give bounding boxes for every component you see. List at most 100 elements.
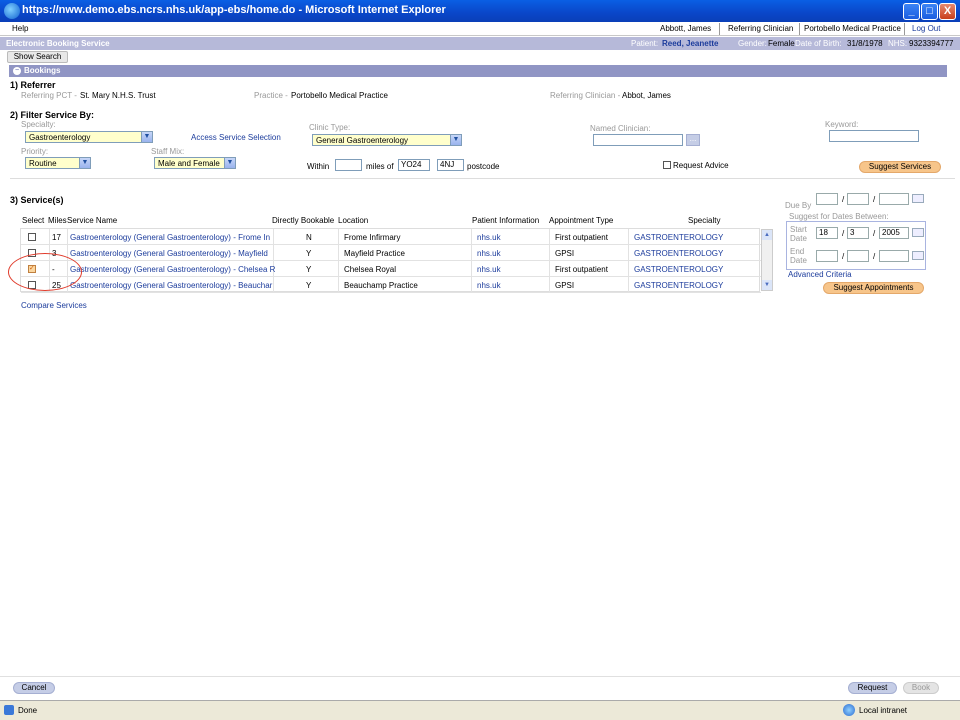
date-separator: / xyxy=(842,252,845,261)
suggest-services-button[interactable]: Suggest Services xyxy=(859,161,941,173)
due-by-year-input[interactable] xyxy=(879,193,909,205)
postcode-part1-input[interactable]: YO24 xyxy=(398,159,430,171)
services-table: 17 Gastroenterology (General Gastroentero… xyxy=(20,228,761,293)
start-day-input[interactable]: 18 xyxy=(816,227,838,239)
chevron-down-icon: ▼ xyxy=(450,135,461,145)
postcode-part2-input[interactable]: 4NJ xyxy=(437,159,464,171)
col-appointment-type: Appointment Type xyxy=(549,216,614,225)
date-separator: / xyxy=(873,252,876,261)
show-search-button[interactable]: Show Search xyxy=(7,51,68,63)
practice-label: Practice - xyxy=(254,91,288,100)
menu-bar: Help Abbott, James Referring Clinician P… xyxy=(0,22,960,36)
logout-link[interactable]: Log Out xyxy=(912,24,940,33)
title-bar: https://nww.demo.ebs.ncrs.nhs.uk/app-ebs… xyxy=(0,0,960,22)
cell-specialty[interactable]: GASTROENTEROLOGY xyxy=(634,265,744,274)
cell-info[interactable]: nhs.uk xyxy=(477,233,547,242)
section-divider xyxy=(10,178,955,179)
zone-text: Local intranet xyxy=(859,706,908,715)
col-specialty: Specialty xyxy=(688,216,721,225)
table-row[interactable]: ✓ - Gastroenterology (General Gastroentero… xyxy=(21,261,761,277)
dob-value: 31/8/1978 xyxy=(847,39,883,48)
table-row[interactable]: 17 Gastroenterology (General Gastroentero… xyxy=(21,229,761,245)
cell-specialty[interactable]: GASTROENTEROLOGY xyxy=(634,281,744,290)
date-separator: / xyxy=(873,229,876,238)
named-clinician-input[interactable] xyxy=(593,134,683,146)
cell-specialty[interactable]: GASTROENTEROLOGY xyxy=(634,249,744,258)
bookings-title: Bookings xyxy=(24,66,61,75)
user-practice: Portobello Medical Practice xyxy=(804,24,901,33)
table-row[interactable]: 3 Gastroenterology (General Gastroenterol… xyxy=(21,245,761,261)
clinician-label: Referring Clinician - xyxy=(550,91,621,100)
page-icon xyxy=(4,705,14,715)
cell-info[interactable]: nhs.uk xyxy=(477,265,547,274)
bookings-panel-header[interactable]: − Bookings xyxy=(9,65,947,77)
end-year-input[interactable] xyxy=(879,250,909,262)
scroll-down-icon[interactable]: ▼ xyxy=(762,280,772,290)
browser-window: https://nww.demo.ebs.ncrs.nhs.uk/app-ebs… xyxy=(0,0,960,720)
cell-bookable: N xyxy=(306,233,312,242)
column-divider xyxy=(338,245,339,261)
suggest-appointments-button[interactable]: Suggest Appointments xyxy=(823,282,924,294)
table-scrollbar[interactable]: ▲ ▼ xyxy=(761,229,773,291)
miles-input[interactable] xyxy=(335,159,362,171)
user-role: Referring Clinician xyxy=(728,24,794,33)
app-title: Electronic Booking Service xyxy=(6,39,110,48)
cell-name[interactable]: Gastroenterology (General Gastroenterolo… xyxy=(70,249,275,258)
col-service-name: Service Name xyxy=(67,216,118,225)
minimize-button[interactable]: _ xyxy=(903,3,920,20)
end-day-input[interactable] xyxy=(816,250,838,262)
keyword-input[interactable] xyxy=(829,130,919,142)
cell-appt: GPSI xyxy=(555,249,575,258)
cancel-button[interactable]: Cancel xyxy=(13,682,55,694)
request-advice-checkbox[interactable] xyxy=(663,161,671,169)
clinic-type-select[interactable]: General Gastroenterology ▼ xyxy=(312,134,462,146)
calendar-icon[interactable] xyxy=(912,194,924,203)
cell-location: Chelsea Royal xyxy=(344,265,397,274)
calendar-icon[interactable] xyxy=(912,228,924,237)
pct-value: St. Mary N.H.S. Trust xyxy=(80,91,156,100)
col-select: Select xyxy=(22,216,45,225)
specialty-select[interactable]: Gastroenterology ▼ xyxy=(25,131,153,143)
cell-info[interactable]: nhs.uk xyxy=(477,249,547,258)
cell-bookable: Y xyxy=(306,281,312,290)
priority-select[interactable]: Routine ▼ xyxy=(25,157,91,169)
table-row[interactable]: 25 Gastroenterology (General Gastroentero… xyxy=(21,277,761,293)
services-heading: 3) Service(s) xyxy=(10,195,64,205)
cell-bookable: Y xyxy=(306,249,312,258)
clinic-type-label: Clinic Type: xyxy=(309,123,351,132)
cell-name[interactable]: Gastroenterology (General Gastroenterolo… xyxy=(70,265,275,274)
named-clinician-lookup-button[interactable]: ... xyxy=(686,134,700,146)
request-button[interactable]: Request xyxy=(848,682,897,694)
col-miles: Miles xyxy=(48,216,67,225)
due-by-day-input[interactable] xyxy=(816,193,838,205)
patient-name: Reed, Jeanette xyxy=(662,39,719,48)
start-date-label: Start Date xyxy=(790,225,807,243)
advanced-criteria-link[interactable]: Advanced Criteria xyxy=(788,270,852,279)
access-service-selection-link[interactable]: Access Service Selection xyxy=(191,133,281,142)
calendar-icon[interactable] xyxy=(912,251,924,260)
cell-name[interactable]: Gastroenterology (General Gastroenterolo… xyxy=(70,233,275,242)
start-month-input[interactable]: 3 xyxy=(847,227,869,239)
row-select-checkbox[interactable] xyxy=(28,233,36,241)
divider xyxy=(799,23,800,35)
staff-mix-select[interactable]: Male and Female ▼ xyxy=(154,157,236,169)
patient-label: Patient: xyxy=(631,39,659,48)
help-menu[interactable]: Help xyxy=(12,24,28,33)
col-location: Location xyxy=(338,216,369,225)
compare-services-link[interactable]: Compare Services xyxy=(21,301,87,310)
date-separator: / xyxy=(873,195,876,204)
collapse-icon[interactable]: − xyxy=(13,67,21,75)
cell-specialty[interactable]: GASTROENTEROLOGY xyxy=(634,233,744,242)
date-separator: / xyxy=(842,195,845,204)
due-by-month-input[interactable] xyxy=(847,193,869,205)
practice-value: Portobello Medical Practice xyxy=(291,91,388,100)
close-button[interactable]: X xyxy=(939,3,956,20)
cell-name[interactable]: Gastroenterology (General Gastroenterolo… xyxy=(70,281,275,290)
start-year-input[interactable]: 2005 xyxy=(879,227,909,239)
scroll-up-icon[interactable]: ▲ xyxy=(762,230,772,240)
maximize-button[interactable]: □ xyxy=(921,3,938,20)
end-month-input[interactable] xyxy=(847,250,869,262)
cell-info[interactable]: nhs.uk xyxy=(477,281,547,290)
cell-location: Frome Infirmary xyxy=(344,233,401,242)
suggest-between-label: Suggest for Dates Between: xyxy=(789,212,889,221)
